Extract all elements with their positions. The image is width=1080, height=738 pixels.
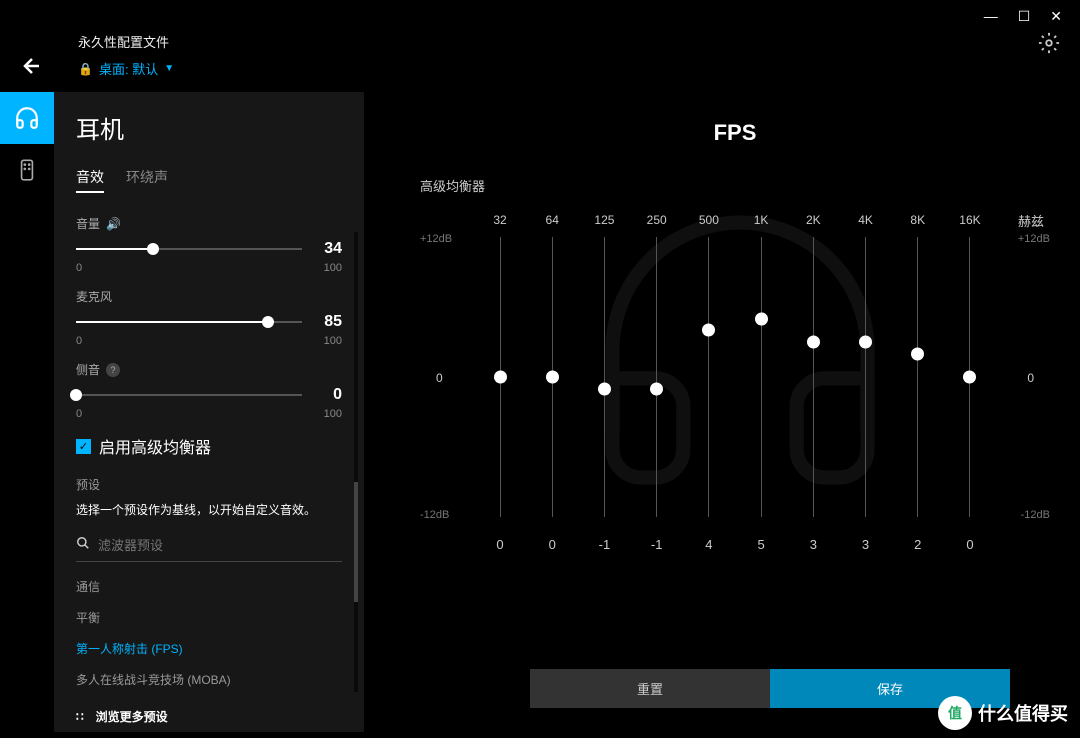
mic-value: 85 <box>316 313 342 331</box>
desktop-value: 默认 <box>132 62 158 77</box>
window-minimize[interactable]: — <box>984 8 998 25</box>
eq-band-slider[interactable] <box>637 237 677 517</box>
panel-title: 耳机 <box>76 110 342 145</box>
preset-item[interactable]: 通信 <box>76 578 342 595</box>
volume-label: 音量 <box>76 215 100 232</box>
eq-band-slider[interactable] <box>846 237 886 517</box>
tab-sound[interactable]: 音效 <box>76 167 104 193</box>
preset-section-desc: 选择一个预设作为基线，以开始自定义音效。 <box>76 501 342 520</box>
sidetone-min: 0 <box>76 408 82 420</box>
mic-max: 100 <box>324 335 342 347</box>
eq-band-value: -1 <box>637 537 677 552</box>
eq-title: FPS <box>420 120 1050 146</box>
eq-subtitle: 高级均衡器 <box>420 176 1050 195</box>
eq-band-slider[interactable] <box>480 237 520 517</box>
eq-band-slider[interactable] <box>532 237 572 517</box>
preset-item[interactable]: 多人在线战斗竞技场 (MOBA) <box>76 671 342 688</box>
volume-slider[interactable] <box>76 248 302 250</box>
profile-title: 永久性配置文件 <box>78 32 174 51</box>
lock-icon: 🔒 <box>78 62 93 76</box>
browse-more-presets[interactable]: ∷ 浏览更多预设 <box>76 708 342 725</box>
watermark-text: 什么值得买 <box>978 700 1068 726</box>
speaker-icon: 🔊 <box>106 217 121 231</box>
eq-band-value: 3 <box>846 537 886 552</box>
volume-max: 100 <box>324 262 342 274</box>
eq-band-value: 0 <box>532 537 572 552</box>
preset-section-label: 预设 <box>76 476 342 493</box>
profile-selector[interactable]: 🔒 桌面: 默认 ▼ <box>78 59 174 78</box>
mic-min: 0 <box>76 335 82 347</box>
preset-item[interactable]: 平衡 <box>76 609 342 626</box>
checkbox-icon: ✓ <box>76 439 91 454</box>
browse-more-label: 浏览更多预设 <box>96 708 168 725</box>
back-arrow-icon[interactable] <box>20 54 44 83</box>
volume-min: 0 <box>76 262 82 274</box>
eq-band-slider[interactable] <box>793 237 833 517</box>
eq-db-mid-left: 0 <box>436 371 443 385</box>
volume-value: 34 <box>316 240 342 258</box>
sidebar-microphone[interactable] <box>0 144 54 196</box>
eq-db-bot-left: -12dB <box>420 509 449 521</box>
sidebar-headphones[interactable] <box>0 92 54 144</box>
reset-button[interactable]: 重置 <box>530 669 770 708</box>
eq-freq-label: 250 <box>637 213 677 227</box>
eq-band-value: -1 <box>584 537 624 552</box>
sidetone-slider[interactable] <box>76 394 302 396</box>
watermark-badge: 值 <box>938 696 972 730</box>
eq-freq-label: 32 <box>480 213 520 227</box>
mic-label: 麦克风 <box>76 288 112 305</box>
eq-freq-label: 64 <box>532 213 572 227</box>
eq-band-value: 2 <box>898 537 938 552</box>
eq-freq-label: 2K <box>793 213 833 227</box>
eq-db-mid-right: 0 <box>1027 371 1034 385</box>
window-maximize[interactable]: ☐ <box>1018 8 1031 25</box>
desktop-prefix: 桌面: <box>99 62 129 77</box>
eq-freq-label: 8K <box>898 213 938 227</box>
eq-db-top-left: +12dB <box>420 233 452 245</box>
mic-slider[interactable] <box>76 321 302 323</box>
eq-band-value: 0 <box>480 537 520 552</box>
window-close[interactable]: ✕ <box>1050 8 1062 25</box>
sidetone-label: 侧音 <box>76 361 100 378</box>
eq-freq-label: 16K <box>950 213 990 227</box>
eq-db-top-right: +12dB <box>1018 233 1050 245</box>
help-icon[interactable]: ? <box>106 363 120 377</box>
eq-freq-label: 500 <box>689 213 729 227</box>
eq-band-value: 5 <box>741 537 781 552</box>
panel-scrollbar[interactable] <box>354 232 358 692</box>
eq-band-slider[interactable] <box>741 237 781 517</box>
tab-surround[interactable]: 环绕声 <box>126 167 168 193</box>
grid-icon: ∷ <box>76 710 86 724</box>
chevron-down-icon: ▼ <box>164 63 174 74</box>
search-icon <box>76 536 90 555</box>
eq-freq-label: 1K <box>741 213 781 227</box>
eq-hz-label: 赫兹 <box>1018 211 1044 230</box>
eq-db-bot-right: -12dB <box>1021 509 1050 521</box>
settings-gear-icon[interactable] <box>1038 32 1060 59</box>
preset-search-input[interactable] <box>98 538 342 553</box>
eq-band-value: 3 <box>793 537 833 552</box>
sidetone-value: 0 <box>316 386 342 404</box>
eq-band-value: 0 <box>950 537 990 552</box>
eq-band-value: 4 <box>689 537 729 552</box>
eq-freq-label: 125 <box>584 213 624 227</box>
eq-band-slider[interactable] <box>898 237 938 517</box>
eq-band-slider[interactable] <box>950 237 990 517</box>
preset-item[interactable]: 第一人称射击 (FPS) <box>76 640 342 657</box>
eq-band-slider[interactable] <box>689 237 729 517</box>
eq-band-slider[interactable] <box>584 237 624 517</box>
enable-eq-checkbox[interactable]: ✓ 启用高级均衡器 <box>76 434 342 458</box>
eq-freq-label: 4K <box>846 213 886 227</box>
sidetone-max: 100 <box>324 408 342 420</box>
enable-eq-label: 启用高级均衡器 <box>99 434 211 458</box>
watermark: 值 什么值得买 <box>938 696 1068 730</box>
